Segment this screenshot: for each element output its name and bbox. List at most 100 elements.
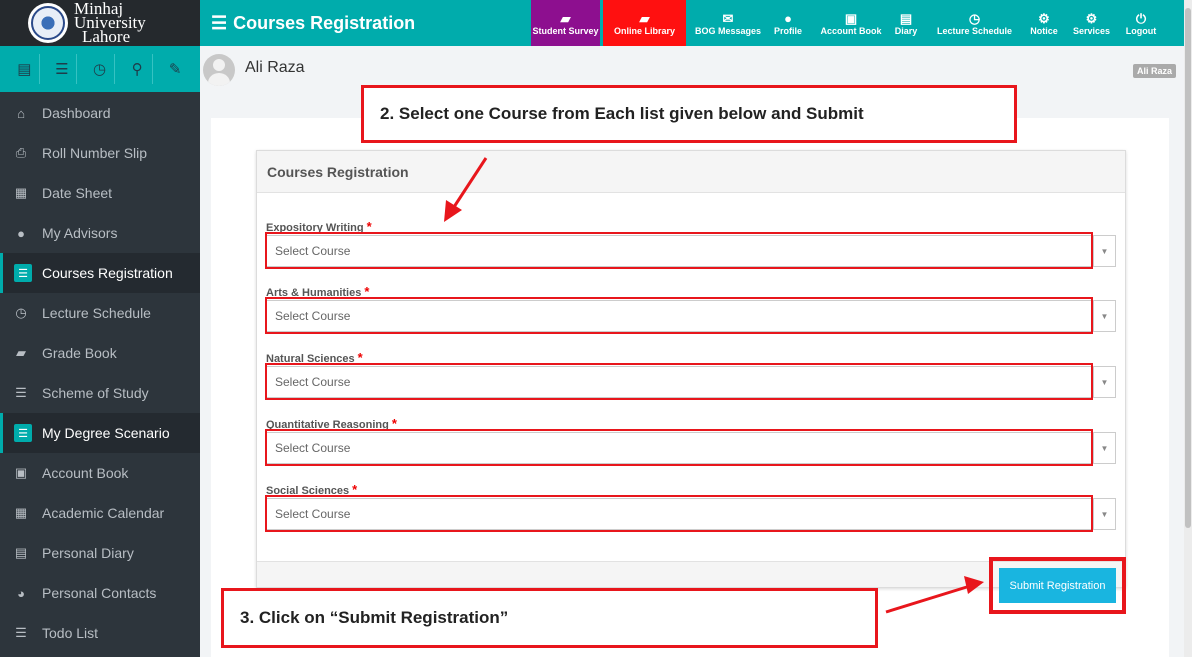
user-icon: ●: [784, 10, 792, 26]
book-icon: ▰: [16, 345, 26, 360]
topnav-label: Lecture Schedule: [936, 25, 1013, 36]
page-scrollbar[interactable]: [1184, 0, 1192, 657]
list-icon: ☰: [15, 625, 27, 640]
step3-callout: 3. Click on “Submit Registration”: [221, 588, 878, 648]
chevron-down-icon[interactable]: ▼: [1093, 433, 1115, 463]
chevron-down-icon[interactable]: ▼: [1093, 301, 1115, 331]
home-icon: ⌂: [17, 105, 25, 121]
select-highlight-box: [265, 429, 1093, 466]
topnav-label: Diary: [894, 25, 918, 36]
sidebar-item-label: Grade Book: [42, 345, 117, 361]
topnav-logout[interactable]: ⏻ Logout: [1121, 0, 1161, 46]
sidebar-item-courses-registration[interactable]: ☰ Courses Registration: [0, 253, 200, 293]
sidebar-item-personal-contacts[interactable]: ◕ Personal Contacts: [0, 573, 200, 613]
select-highlight-box: [265, 495, 1093, 532]
cogs-icon: ⚙: [1038, 10, 1050, 26]
sidebar-item-label: Account Book: [42, 465, 129, 481]
sidebar-item-label: Lecture Schedule: [42, 305, 151, 321]
sidebar-item-label: Dashboard: [42, 105, 111, 121]
logo-text: Minhaj University Lahore: [74, 0, 146, 46]
select-highlight-box: [265, 232, 1093, 269]
submit-highlight-box: [989, 557, 1126, 614]
topnav-label: Notice: [1030, 25, 1058, 36]
step2-callout: 2. Select one Course from Each list give…: [361, 85, 1017, 143]
document-icon[interactable]: ▤: [10, 54, 40, 84]
topnav-label: Student Survey: [532, 25, 599, 36]
sidebar-nav: ⌂ Dashboard ⎙ Roll Number Slip ▦ Date Sheet ● M…: [0, 92, 200, 653]
select-highlight-box: [265, 363, 1093, 400]
page-title: ☰ Courses Registration: [211, 12, 416, 33]
power-icon: ⏻: [1135, 10, 1147, 26]
topnav-notice[interactable]: ⚙ Notice: [1024, 0, 1064, 46]
sidebar-item-label: My Advisors: [42, 225, 118, 241]
list-icon: ☰: [14, 424, 32, 442]
calendar-icon: ▦: [14, 185, 28, 200]
sidebar-item-label: Todo List: [42, 625, 99, 641]
file-icon: ▤: [14, 545, 28, 560]
topnav-services[interactable]: ⚙ Services: [1067, 0, 1116, 46]
sitemap-icon[interactable]: ⚲: [123, 54, 153, 84]
sidebar-item-label: Scheme of Study: [42, 385, 149, 401]
sidebar-item-label: Academic Calendar: [42, 505, 165, 521]
sidebar-item-label: Personal Contacts: [42, 585, 157, 601]
cogs-icon: ⚙: [1085, 10, 1098, 26]
avatar[interactable]: [203, 54, 235, 86]
sidebar-item-scheme-of-study[interactable]: ☰ Scheme of Study: [0, 373, 200, 413]
topnav-label: Services: [1072, 25, 1111, 36]
topnav-label: Profile: [773, 25, 802, 36]
clock-icon: ◷: [15, 305, 27, 320]
topnav-label: Logout: [1125, 25, 1157, 36]
user-badge[interactable]: Ali Raza: [1132, 64, 1176, 78]
university-seal-icon: [28, 3, 68, 43]
chevron-down-icon[interactable]: ▼: [1093, 499, 1115, 529]
chevron-down-icon[interactable]: ▼: [1093, 236, 1115, 266]
list-icon[interactable]: ☰: [47, 54, 78, 84]
users-icon: ◕: [17, 585, 25, 601]
calendar-icon: ▦: [14, 505, 28, 520]
sidebar-item-todo-list[interactable]: ☰ Todo List: [0, 613, 200, 653]
topnav-diary[interactable]: ▤ Diary: [890, 0, 922, 46]
file-icon: ▤: [899, 10, 913, 26]
sidebar-item-personal-diary[interactable]: ▤ Personal Diary: [0, 533, 200, 573]
university-logo[interactable]: Minhaj University Lahore: [0, 0, 200, 46]
wrench-icon[interactable]: ✎: [160, 54, 190, 84]
user-name: Ali Raza: [245, 59, 305, 76]
sidebar-item-label: Courses Registration: [42, 265, 173, 281]
sidebar-item-academic-calendar[interactable]: ▦ Academic Calendar: [0, 493, 200, 533]
user-icon: ●: [17, 225, 25, 241]
sidebar-toolbar: ▤ ☰ ◷ ⚲ ✎: [0, 46, 200, 92]
topnav-label: BOG Messages: [694, 25, 762, 36]
panel-title: Courses Registration: [257, 151, 1125, 193]
book-icon: ▰: [639, 10, 650, 26]
sidebar: Minhaj University Lahore ▤ ☰ ◷ ⚲ ✎ ⌂ Dash…: [0, 0, 200, 657]
sidebar-item-grade-book[interactable]: ▰ Grade Book: [0, 333, 200, 373]
topnav-label: Account Book: [820, 25, 882, 36]
topnav-profile[interactable]: ● Profile: [771, 0, 805, 46]
clock-icon: ◷: [968, 10, 981, 26]
topnav-bog-messages[interactable]: ✉ BOG Messages: [690, 0, 766, 46]
envelope-icon: ✉: [722, 10, 734, 26]
printer-icon: ⎙: [15, 145, 27, 160]
sidebar-item-roll-number-slip[interactable]: ⎙ Roll Number Slip: [0, 133, 200, 173]
list-icon: ☰: [211, 12, 228, 33]
sidebar-item-date-sheet[interactable]: ▦ Date Sheet: [0, 173, 200, 213]
sidebar-item-account-book[interactable]: ▣ Account Book: [0, 453, 200, 493]
list-icon: ☰: [14, 264, 32, 282]
topnav-account-book[interactable]: ▣ Account Book: [817, 0, 885, 46]
topnav-online-library[interactable]: ▰ Online Library: [603, 0, 686, 46]
topnav-label: Online Library: [613, 25, 675, 36]
sidebar-item-dashboard[interactable]: ⌂ Dashboard: [0, 93, 200, 133]
sidebar-item-label: Date Sheet: [42, 185, 113, 201]
sidebar-item-label: Personal Diary: [42, 545, 134, 561]
sidebar-item-label: My Degree Scenario: [42, 425, 170, 441]
topnav-lecture-schedule[interactable]: ◷ Lecture Schedule: [930, 0, 1019, 46]
list-icon: ☰: [15, 385, 27, 400]
sidebar-item-lecture-schedule[interactable]: ◷ Lecture Schedule: [0, 293, 200, 333]
chevron-down-icon[interactable]: ▼: [1093, 367, 1115, 397]
sidebar-item-label: Roll Number Slip: [42, 145, 148, 161]
sidebar-item-my-advisors[interactable]: ● My Advisors: [0, 213, 200, 253]
sidebar-item-my-degree-scenario[interactable]: ☰ My Degree Scenario: [0, 413, 200, 453]
clock-icon[interactable]: ◷: [85, 54, 115, 84]
topnav-student-survey[interactable]: ▰ Student Survey: [531, 0, 600, 46]
book-icon: ▰: [560, 10, 571, 26]
